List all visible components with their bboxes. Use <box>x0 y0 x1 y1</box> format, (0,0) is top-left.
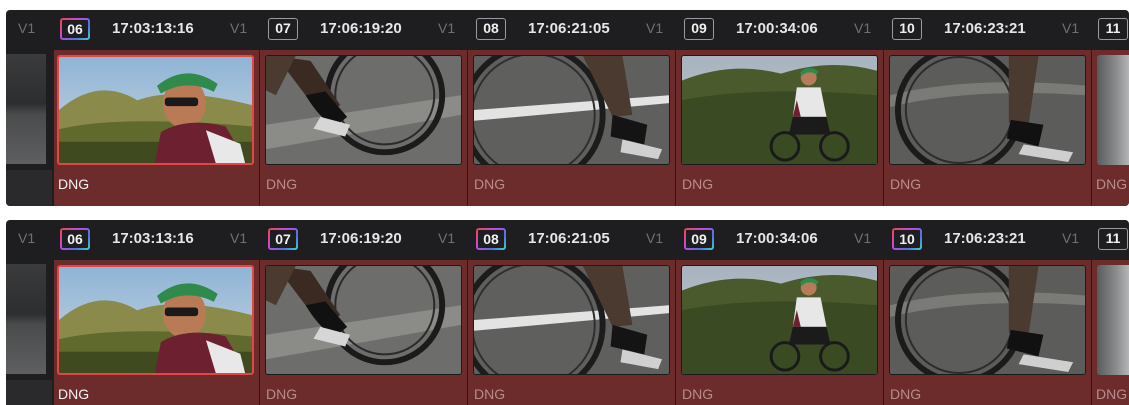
clip-number-badge: 10 <box>892 228 922 250</box>
track-label: V1 <box>230 20 248 36</box>
clip-format-label: DNG <box>682 176 714 192</box>
clip-format-label: DNG <box>266 176 298 192</box>
clip-number-badge: 08 <box>476 18 506 40</box>
track-label: V1 <box>438 20 456 36</box>
clip-strip-1: V1 06 17:03:13:16 V1 DNG 07 17:06:19:20 V1 DN… <box>6 10 1129 206</box>
leading-clip-fragment[interactable]: V1 <box>6 220 52 405</box>
clip-format-label: DNG <box>1096 176 1128 192</box>
clip-timecode: 17:06:19:20 <box>320 20 402 37</box>
clip-number-badge: 10 <box>892 18 922 40</box>
clip-thumbnail[interactable] <box>681 265 878 375</box>
clip-07[interactable]: 07 17:06:19:20 V1 DNG <box>260 220 467 405</box>
clip-number-badge: 06 <box>60 228 90 250</box>
track-label: V1 <box>18 230 36 246</box>
clip-number-badge: 11 <box>1098 18 1128 40</box>
clip-number-badge: 06 <box>60 18 90 40</box>
track-label: V1 <box>1062 20 1080 36</box>
clip-thumbnail <box>1097 55 1129 165</box>
clip-format-label: DNG <box>1096 386 1128 402</box>
clip-number-badge: 07 <box>268 18 298 40</box>
trailing-clip-fragment[interactable]: 11 DNG <box>1092 10 1129 206</box>
clip-thumbnail <box>1097 265 1129 375</box>
clip-thumbnail[interactable] <box>57 55 254 165</box>
clip-thumbnail[interactable] <box>265 265 462 375</box>
clip-09[interactable]: 09 17:00:34:06 V1 DNG <box>676 10 883 206</box>
clip-thumbnail[interactable] <box>889 265 1086 375</box>
clip-timecode: 17:03:13:16 <box>112 230 194 247</box>
clip-thumbnail[interactable] <box>681 55 878 165</box>
clip-thumbnail <box>6 264 46 374</box>
clip-format-label: DNG <box>58 386 90 402</box>
clip-number-badge: 08 <box>476 228 506 250</box>
clip-07[interactable]: 07 17:06:19:20 V1 DNG <box>260 10 467 206</box>
clip-08[interactable]: 08 17:06:21:05 V1 DNG <box>468 10 675 206</box>
clip-06[interactable]: 06 17:03:13:16 V1 DNG <box>52 10 259 206</box>
clip-thumbnail[interactable] <box>889 55 1086 165</box>
clip-10[interactable]: 10 17:06:23:21 V1 DNG <box>884 10 1091 206</box>
clip-format-label: DNG <box>474 176 506 192</box>
clip-format-label: DNG <box>474 386 506 402</box>
clip-timecode: 17:06:21:05 <box>528 20 610 37</box>
track-label: V1 <box>646 230 664 246</box>
track-label: V1 <box>646 20 664 36</box>
clip-thumbnail[interactable] <box>57 265 254 375</box>
clip-format-label: DNG <box>890 386 922 402</box>
clip-strip-2: V1 06 17:03:13:16 V1 DNG 07 17:06:19:20 V1 DN… <box>6 220 1129 405</box>
clip-08[interactable]: 08 17:06:21:05 V1 DNG <box>468 220 675 405</box>
clip-timecode: 17:00:34:06 <box>736 230 818 247</box>
clip-timecode: 17:06:19:20 <box>320 230 402 247</box>
clip-number-badge: 09 <box>684 18 714 40</box>
track-label: V1 <box>854 20 872 36</box>
track-label: V1 <box>854 230 872 246</box>
clip-format-label: DNG <box>682 386 714 402</box>
clip-timecode: 17:00:34:06 <box>736 20 818 37</box>
clip-format-label: DNG <box>890 176 922 192</box>
clip-number-badge: 07 <box>268 228 298 250</box>
clip-thumbnail[interactable] <box>473 265 670 375</box>
clip-timecode: 17:06:21:05 <box>528 230 610 247</box>
clip-number-badge: 11 <box>1098 228 1128 250</box>
clip-06[interactable]: 06 17:03:13:16 V1 DNG <box>52 220 259 405</box>
clip-timecode: 17:06:23:21 <box>944 230 1026 247</box>
clip-thumbnail[interactable] <box>265 55 462 165</box>
track-label: V1 <box>230 230 248 246</box>
clip-format-label: DNG <box>266 386 298 402</box>
clip-timecode: 17:06:23:21 <box>944 20 1026 37</box>
clip-format-label: DNG <box>58 176 90 192</box>
clip-10[interactable]: 10 17:06:23:21 V1 DNG <box>884 220 1091 405</box>
track-label: V1 <box>18 20 36 36</box>
clip-timecode: 17:03:13:16 <box>112 20 194 37</box>
clip-thumbnail <box>6 54 46 164</box>
clip-footer <box>6 170 52 206</box>
clip-footer <box>6 380 52 405</box>
track-label: V1 <box>1062 230 1080 246</box>
clip-number-badge: 09 <box>684 228 714 250</box>
clip-thumbnail[interactable] <box>473 55 670 165</box>
leading-clip-fragment[interactable]: V1 <box>6 10 52 206</box>
clip-09[interactable]: 09 17:00:34:06 V1 DNG <box>676 220 883 405</box>
track-label: V1 <box>438 230 456 246</box>
trailing-clip-fragment[interactable]: 11 DNG <box>1092 220 1129 405</box>
